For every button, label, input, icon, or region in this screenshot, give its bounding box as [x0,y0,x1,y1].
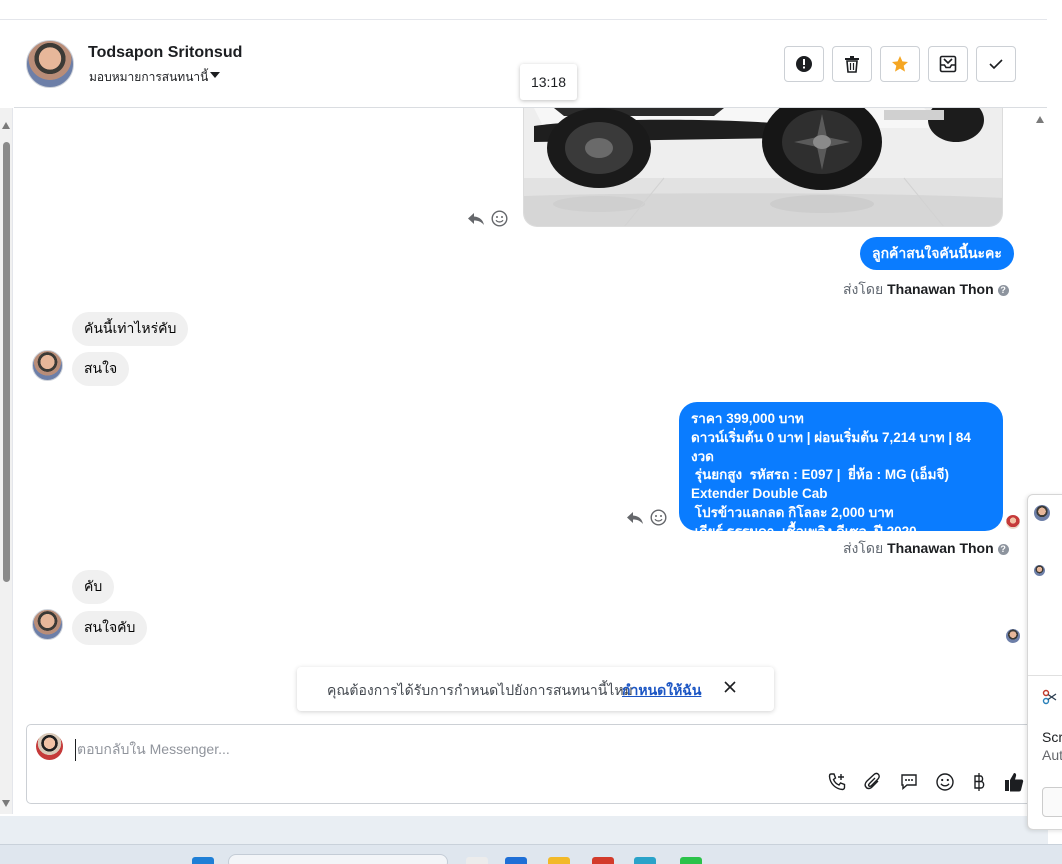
help-icon[interactable]: ? [997,285,1009,296]
preview-avatar [1034,565,1045,576]
scroll-up-arrow-icon[interactable] [1036,116,1044,123]
check-icon [989,59,1003,70]
contact-avatar-small [32,350,63,381]
browser-icon[interactable] [592,857,614,864]
my-avatar [36,733,63,760]
scroll-up-arrow-icon[interactable] [2,122,10,129]
reply-icon[interactable] [467,211,485,227]
sent-by-label: ส่งโดย Thanawan Thon? [843,279,1009,301]
reply-input[interactable]: ตอบกลับใน Messenger... [75,739,230,761]
message-line: ดาวน์เริ่มต้น 0 บาท | ผ่อนเริ่มต้น 7,214… [691,429,971,464]
panel-button[interactable] [1042,787,1062,817]
contact-avatar[interactable] [26,40,74,88]
message-line: รุ่นยกสูง รหัสรถ : E097 | ยี่ห้อ : MG (เ… [691,467,949,483]
scroll-down-arrow-icon[interactable] [2,800,10,807]
footer-band [0,816,1048,844]
inbox-move-icon [939,55,957,73]
sent-by-label: ส่งโดย Thanawan Thon? [843,538,1009,560]
saved-replies-icon[interactable] [899,772,919,792]
incoming-message[interactable]: คันนี้เท่าไหร่คับ [72,312,189,346]
line-app-icon[interactable] [680,857,702,864]
composer-toolbar [827,771,1025,793]
call-add-icon[interactable] [827,772,847,792]
close-icon[interactable] [723,680,737,694]
star-button[interactable] [880,46,920,82]
reply-icon[interactable] [626,510,644,526]
windows-start-icon[interactable] [192,857,214,864]
outgoing-price-message[interactable]: ราคา 399,000 บาท ดาวน์เริ่มต้น 0 บาท | ผ… [679,402,1003,539]
page-scrollbar[interactable] [0,108,13,814]
sent-by-prefix: ส่งโดย [843,540,884,556]
assign-prompt-banner: คุณต้องการได้รับการกำหนดไปยังการสนทนานี้… [297,667,774,711]
sender-name: Thanawan Thon [887,281,994,297]
message-line: ราคา 399,000 บาท [691,411,804,426]
incoming-message[interactable]: คับ [72,570,115,604]
emoji-react-icon[interactable] [491,210,508,227]
car-photo-icon [524,108,1002,226]
seen-avatar [1006,515,1020,529]
message-actions [626,509,667,526]
mark-done-button[interactable] [976,46,1016,82]
help-icon[interactable]: ? [997,544,1009,555]
thumbs-up-icon[interactable] [1003,771,1025,793]
emoji-react-icon[interactable] [650,509,667,526]
delete-button[interactable] [832,46,872,82]
snipping-tool-icon [1042,689,1057,705]
sender-name: Thanawan Thon [887,540,994,556]
star-icon [892,56,908,72]
mark-spam-button[interactable] [784,46,824,82]
taskbar [0,844,1062,864]
panel-title: Scr [1042,729,1062,745]
preview-avatar [1034,505,1050,521]
sent-by-prefix: ส่งโดย [843,281,884,297]
assign-conversation-label[interactable]: มอบหมายการสนทนานี้ [89,68,208,87]
seen-avatar [1006,629,1020,643]
taskbar-search[interactable] [228,854,448,864]
message-actions [467,210,508,227]
edge-icon[interactable] [634,857,656,864]
trash-icon [845,56,859,73]
contact-name[interactable]: Todsapon Sritonsud [88,44,242,62]
panel-divider [1028,675,1062,676]
taskbar-app-icon[interactable] [466,857,488,864]
reply-composer[interactable]: ตอบกลับใน Messenger... [26,724,1036,804]
attach-icon[interactable] [863,772,883,792]
contact-avatar-small [32,609,63,640]
top-strip [0,0,1062,20]
message-line: Extender Double Cab [691,486,828,502]
folder-icon[interactable] [548,857,570,864]
panel-subtitle: Aut [1042,747,1062,763]
baht-payment-icon[interactable] [971,772,987,792]
alert-icon [796,56,812,72]
move-to-inbox-button[interactable] [928,46,968,82]
scrollbar-thumb[interactable] [3,142,10,582]
chevron-down-icon[interactable] [210,72,220,78]
message-line: โปรข้าวแลกลด กิโลละ 2,000 บาท [691,504,894,520]
notification-panel[interactable]: Scr Aut [1027,494,1062,830]
timestamp-tooltip: 13:18 [520,64,577,100]
assign-prompt-text: คุณต้องการได้รับการกำหนดไปยังการสนทนานี้… [327,682,633,698]
emoji-icon[interactable] [935,772,955,792]
car-photo-attachment[interactable] [523,108,1003,227]
app-window: Todsapon Sritonsud มอบหมายการสนทนานี้ 13… [0,0,1062,864]
assign-to-me-link[interactable]: กำหนดให้ฉัน [622,680,701,702]
incoming-message[interactable]: สนใจคับ [72,611,148,645]
outgoing-message[interactable]: ลูกค้าสนใจคันนี้นะคะ [860,237,1014,270]
incoming-message[interactable]: สนใจ [72,352,130,386]
taskbar-app-icon[interactable] [505,857,527,864]
